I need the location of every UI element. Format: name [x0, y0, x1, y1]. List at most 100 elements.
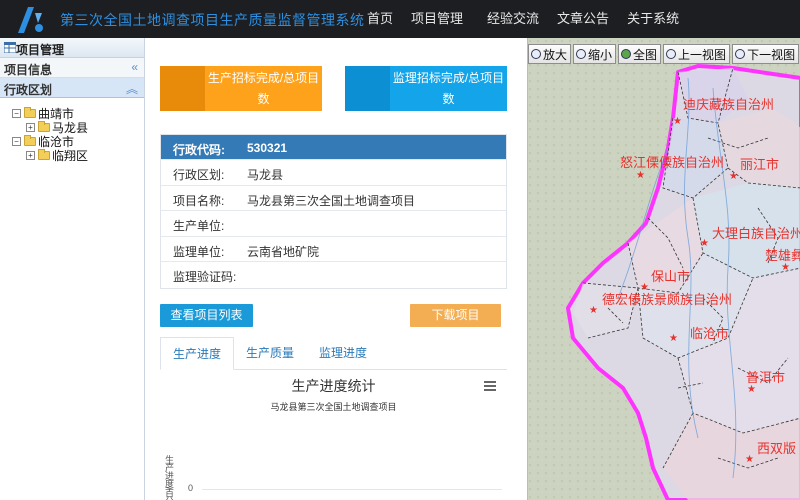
- tab-production-progress[interactable]: 生产进度: [160, 337, 235, 370]
- tool-label: 下一视图: [747, 47, 796, 62]
- nav-project-management[interactable]: 项目管理: [402, 0, 472, 38]
- next-view-icon: [735, 49, 746, 59]
- stat-icon-block: [160, 66, 205, 111]
- tool-label: 放大: [543, 47, 568, 62]
- map-label-dali: 大理白族自治州: [712, 226, 800, 241]
- app-title: 第三次全国土地调查项目生产质量监督管理系统: [60, 12, 365, 28]
- info-row-supervisor: 监理单位: 云南省地矿院: [161, 237, 506, 262]
- app-logo-icon: [18, 7, 43, 33]
- stat-icon-block: [345, 66, 390, 111]
- zoom-in-icon: [531, 49, 541, 59]
- globe-icon: [621, 49, 632, 59]
- svg-text:★: ★: [589, 305, 598, 316]
- expand-toggle-icon[interactable]: +: [26, 150, 35, 160]
- expand-toggle-icon[interactable]: +: [26, 122, 35, 132]
- tree-node-malong[interactable]: + 马龙县: [12, 120, 144, 135]
- info-key: 行政区划:: [173, 168, 225, 182]
- svg-text:★: ★: [673, 116, 682, 127]
- tool-label: 全图: [633, 47, 658, 62]
- map-toolbar: 放大 缩小 全图 上一视图 下一视图: [528, 44, 800, 66]
- full-extent-button[interactable]: 全图: [618, 44, 662, 64]
- chart-y-tick-label: 0: [188, 483, 194, 493]
- chevron-left-icon[interactable]: «: [131, 60, 138, 74]
- folder-open-icon: [24, 134, 36, 146]
- tab-production-quality[interactable]: 生产质量: [234, 337, 306, 370]
- view-project-list-button[interactable]: 查看项目列表: [160, 304, 253, 327]
- map-label-chuxiong: 楚雄彝: [765, 248, 800, 263]
- map-label-baoshan: 保山市: [651, 269, 691, 284]
- progress-chart: 生产进度统计 马龙县第三次全国土地调查项目 生产进度/百分比 0: [160, 371, 507, 500]
- project-panel-header: 项目管理 «: [0, 38, 508, 58]
- next-view-button[interactable]: 下一视图: [732, 44, 800, 64]
- map-label-xishuangbanna: 西双版: [757, 441, 797, 456]
- info-key: 监理单位:: [173, 244, 225, 259]
- nav-home[interactable]: 首页: [358, 0, 402, 38]
- accordion-title: 项目信息: [4, 63, 53, 77]
- info-row-project-name: 项目名称: 马龙县第三次全国土地调查项目: [161, 186, 506, 211]
- collapse-toggle-icon[interactable]: −: [12, 136, 21, 146]
- project-detail-panel: 生产招标完成/总项目数 监理招标完成/总项目数 行政代码: 530321 行政区…: [145, 38, 527, 500]
- map-label-nujiang: 怒江傈僳族自治州: [620, 155, 725, 170]
- hamburger-menu-icon[interactable]: [484, 381, 496, 393]
- tree-node-linxiang[interactable]: + 临翔区: [12, 148, 144, 163]
- svg-text:★: ★: [669, 333, 678, 344]
- folder-icon: [38, 120, 50, 132]
- previous-view-button[interactable]: 上一视图: [663, 44, 731, 64]
- chart-gridline: [202, 489, 502, 490]
- chart-y-axis-title: 生产进度/百分比: [164, 455, 174, 500]
- grid-icon: [4, 42, 16, 53]
- tool-label: 上一视图: [678, 47, 727, 62]
- chevron-up-icon[interactable]: ︽: [126, 80, 138, 97]
- info-key: 监理验证码:: [173, 270, 237, 284]
- info-row-admin-division: 行政区划: 马龙县: [161, 160, 506, 186]
- map-label-lijiang: 丽江市: [740, 157, 780, 172]
- info-value: 云南省地矿院: [247, 244, 320, 259]
- info-row-producer: 生产单位:: [161, 211, 506, 237]
- info-value: 马龙县第三次全国土地调查项目: [247, 193, 416, 208]
- main-nav: 首页 项目管理 经验交流 文章公告 关于系统: [358, 0, 688, 38]
- stat-label: 生产招标完成/总项目数: [207, 71, 320, 106]
- map-view[interactable]: ★ ★ ★ ★ ★ ★ ★ ★ ★ ★ 迪庆藏族自治州 怒江傈僳族自治州 丽江市…: [527, 38, 800, 500]
- tool-label: 缩小: [588, 47, 613, 62]
- stat-label: 监理招标完成/总项目数: [392, 71, 505, 106]
- previous-view-icon: [666, 49, 677, 59]
- tree-node-label: 临翔区: [52, 148, 89, 163]
- tab-supervision-progress[interactable]: 监理进度: [307, 337, 379, 370]
- svg-text:★: ★: [745, 454, 754, 465]
- info-row-admin-code: 行政代码: 530321: [161, 135, 506, 160]
- supervision-bid-stat: 监理招标完成/总项目数: [345, 66, 507, 111]
- chart-title: 生产进度统计: [291, 378, 376, 394]
- folder-open-icon: [24, 106, 36, 118]
- svg-text:★: ★: [636, 170, 645, 181]
- division-tree: − 曲靖市 + 马龙县 − 临沧市 + 临翔区: [0, 98, 144, 163]
- accordion-admin-division[interactable]: 行政区划 ︽: [0, 78, 144, 98]
- nav-experience-exchange[interactable]: 经验交流: [478, 0, 548, 38]
- collapse-toggle-icon[interactable]: −: [12, 108, 21, 118]
- download-project-button[interactable]: 下载项目: [410, 304, 501, 327]
- accordion-title: 行政区划: [4, 83, 53, 97]
- info-row-verify-code: 监理验证码:: [161, 262, 506, 288]
- info-key: 行政代码:: [173, 143, 225, 157]
- map-label-diqing: 迪庆藏族自治州: [683, 97, 775, 112]
- panel-title: 项目管理: [16, 43, 65, 57]
- folder-icon: [38, 148, 50, 160]
- info-key: 项目名称:: [173, 193, 225, 208]
- accordion-project-info[interactable]: 项目信息 «: [0, 58, 144, 78]
- production-bid-stat: 生产招标完成/总项目数: [160, 66, 322, 111]
- svg-text:★: ★: [729, 171, 738, 182]
- chart-subtitle: 马龙县第三次全国土地调查项目: [270, 402, 397, 412]
- map-label-puer: 普洱市: [746, 370, 786, 385]
- zoom-in-button[interactable]: 放大: [528, 44, 572, 64]
- nav-about[interactable]: 关于系统: [618, 0, 688, 38]
- top-bar: 第三次全国土地调查项目生产质量监督管理系统 首页 项目管理 经验交流 文章公告 …: [0, 0, 800, 38]
- info-value: 530321: [247, 141, 288, 155]
- left-panel: 项目管理 « 项目信息 « 行政区划 ︽ − 曲靖市 + 马龙县 − 临沧市 +…: [0, 38, 508, 500]
- zoom-out-button[interactable]: 缩小: [573, 44, 617, 64]
- info-value: 马龙县: [247, 168, 284, 182]
- project-info-table: 行政代码: 530321 行政区划: 马龙县 项目名称: 马龙县第三次全国土地调…: [160, 134, 507, 289]
- svg-text:★: ★: [700, 238, 709, 249]
- progress-tabs: 生产进度 生产质量 监理进度: [160, 337, 507, 370]
- zoom-out-icon: [576, 49, 587, 59]
- map-label-dehong: 德宏傣族景颇族自治州: [602, 292, 733, 307]
- nav-announcements[interactable]: 文章公告: [548, 0, 618, 38]
